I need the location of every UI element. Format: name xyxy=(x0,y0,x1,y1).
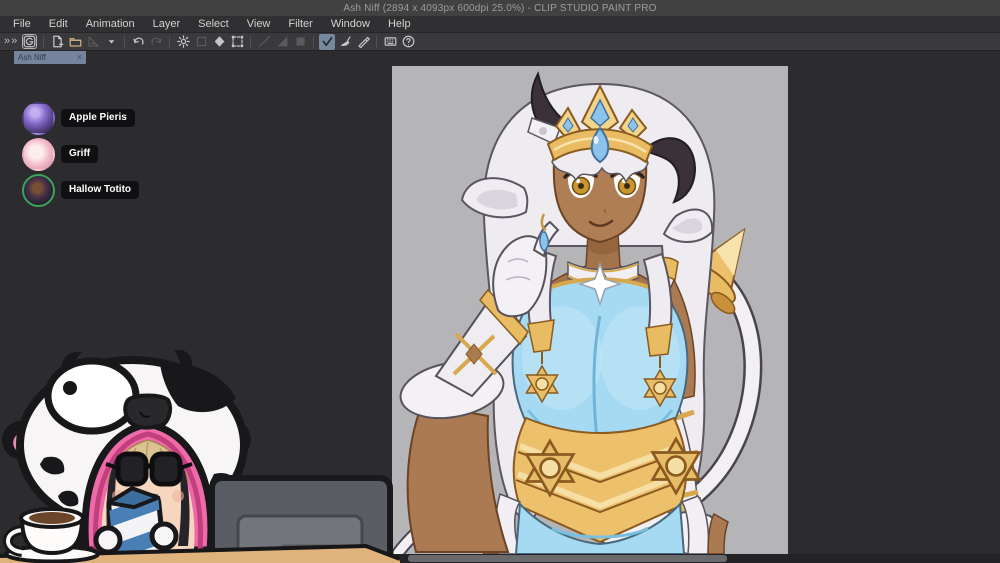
avatar-griff xyxy=(22,137,55,171)
toolbar-divider xyxy=(124,35,126,48)
character-artwork xyxy=(392,66,788,554)
clear-button[interactable] xyxy=(175,34,191,50)
toolbar-divider xyxy=(250,35,252,48)
menu-animation[interactable]: Animation xyxy=(77,16,144,32)
horizontal-scrollbar[interactable] xyxy=(383,554,1000,563)
menu-help[interactable]: Help xyxy=(379,16,420,32)
toolbar-divider xyxy=(376,35,378,48)
menu-window[interactable]: Window xyxy=(322,16,379,32)
open-file-button[interactable] xyxy=(67,34,83,50)
pen-tool-button[interactable] xyxy=(355,34,371,50)
fill-button[interactable] xyxy=(211,34,227,50)
menu-edit[interactable]: Edit xyxy=(40,16,77,32)
help-button[interactable] xyxy=(400,34,416,50)
horizontal-scrollbar-thumb[interactable] xyxy=(408,555,727,562)
transform-button[interactable] xyxy=(229,34,245,50)
new-file-button[interactable] xyxy=(49,34,65,50)
panel-chevrons-icon[interactable]: »» xyxy=(2,35,21,49)
username-badge: Griff xyxy=(61,145,99,163)
voice-user-apple-pieris: Apple Pieris xyxy=(22,101,139,135)
window-title: Ash Niff (2894 x 4093px 600dpi 25.0%) - … xyxy=(343,2,657,14)
menu-file[interactable]: File xyxy=(4,16,40,32)
undo-button[interactable] xyxy=(130,34,146,50)
drawing-canvas[interactable] xyxy=(392,66,788,554)
save-file-button xyxy=(85,34,101,50)
close-tab-icon[interactable]: × xyxy=(73,53,86,62)
gradient-tool-button xyxy=(274,34,290,50)
window-titlebar: Ash Niff (2894 x 4093px 600dpi 25.0%) - … xyxy=(0,0,1000,16)
brush-tool-button[interactable] xyxy=(337,34,353,50)
line-tool-button xyxy=(256,34,272,50)
voice-user-griff: Griff xyxy=(22,137,139,171)
menu-view[interactable]: View xyxy=(238,16,280,32)
command-toolbar: »» xyxy=(0,33,1000,51)
toolbar-divider xyxy=(169,35,171,48)
username-badge: Apple Pieris xyxy=(61,109,135,127)
toolbar-divider xyxy=(43,35,45,48)
snap-toggle-button[interactable] xyxy=(319,33,336,50)
avatar-apple-pieris xyxy=(22,101,55,135)
voice-chat-overlay: Apple Pieris Griff Hallow Totito xyxy=(22,101,140,209)
clear-outside-button xyxy=(193,34,209,50)
clip-studio-logo-icon[interactable] xyxy=(22,34,38,49)
document-tab[interactable]: Ash Niff × xyxy=(14,51,86,64)
shape-tool-button xyxy=(292,34,308,50)
toolbar-divider xyxy=(313,35,315,48)
menu-layer[interactable]: Layer xyxy=(144,16,190,32)
menu-bar: File Edit Animation Layer Select View Filter Wi… xyxy=(0,16,1000,33)
streamer-scene xyxy=(0,350,400,563)
shortcut-panel-button[interactable] xyxy=(382,34,398,50)
save-options-caret[interactable] xyxy=(103,34,119,50)
workspace: Ash Niff × Apple Pieris Griff Hallow Tot… xyxy=(0,51,1000,563)
voice-user-hallow-totito: Hallow Totito xyxy=(22,173,140,207)
username-badge: Hallow Totito xyxy=(61,181,140,199)
menu-filter[interactable]: Filter xyxy=(279,16,321,32)
redo-button xyxy=(148,34,164,50)
document-tab-label: Ash Niff xyxy=(18,53,46,62)
menu-select[interactable]: Select xyxy=(189,16,238,32)
avatar-hallow-totito xyxy=(22,173,55,207)
